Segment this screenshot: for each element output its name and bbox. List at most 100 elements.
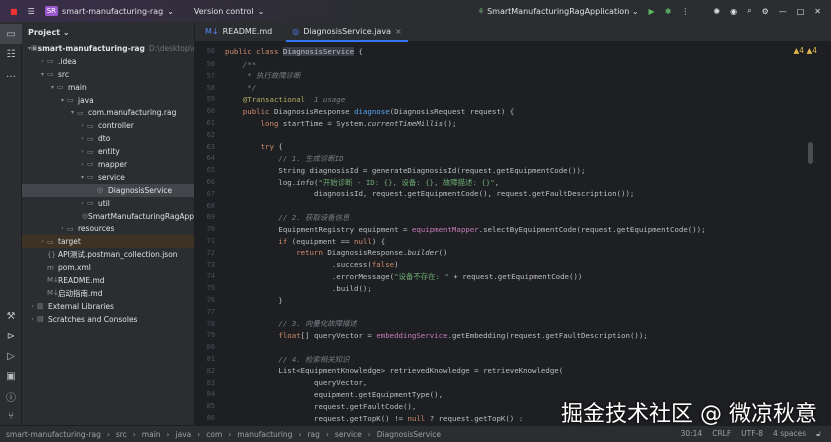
more-tools-icon[interactable]: …	[0, 64, 22, 84]
tree-item[interactable]: {} API测试.postman_collection.json	[22, 248, 194, 261]
tree-item[interactable]: m pom.xml	[22, 261, 194, 274]
tree-item[interactable]: M↓ README.md	[22, 274, 194, 287]
inspection-warnings[interactable]: ▲4 ▲4	[794, 46, 817, 55]
services-icon[interactable]: ⊳	[0, 326, 22, 346]
structure-icon[interactable]: ☷	[0, 44, 22, 64]
tree-item[interactable]: › ▥ External Libraries	[22, 300, 194, 313]
expand-arrow-icon[interactable]: ›	[78, 161, 87, 168]
run-tool-icon[interactable]: ▷	[0, 346, 22, 366]
expand-arrow-icon[interactable]: ▾	[78, 174, 87, 181]
tree-item[interactable]: ▾ ▭ java	[22, 94, 194, 107]
build-icon[interactable]: ⚒	[0, 306, 22, 326]
expand-arrow-icon[interactable]: ▾	[58, 97, 67, 104]
line-separator[interactable]: CRLF	[712, 429, 731, 439]
tree-item[interactable]: › ▭ mapper	[22, 158, 194, 171]
breadcrumb-item[interactable]: DiagnosisService	[377, 430, 441, 439]
expand-arrow-icon[interactable]: ›	[78, 122, 87, 129]
line-number: 56	[206, 60, 215, 68]
tree-item[interactable]: M↓ 启动指南.md	[22, 287, 194, 300]
search-icon[interactable]: ⌕	[747, 6, 751, 16]
tab-diagnosisservice-java[interactable]: ◎ DiagnosisService.java ×	[282, 22, 411, 42]
code-token: .build();	[225, 283, 372, 293]
caret-position[interactable]: 30:14	[681, 429, 703, 439]
expand-arrow-icon[interactable]: ›	[78, 200, 87, 207]
expand-arrow-icon[interactable]: ›	[28, 303, 37, 310]
breadcrumb-item[interactable]: java	[176, 430, 192, 439]
line-number: 75	[206, 284, 215, 293]
code-line: 81 // 4. 检索相关知识	[195, 353, 350, 365]
tree-item[interactable]: › ▭ .idea	[22, 55, 194, 68]
breadcrumb-item[interactable]: smart-manufacturing-rag	[6, 430, 101, 439]
tree-item[interactable]: ◎ SmartManufacturingRagApp	[22, 210, 194, 223]
expand-arrow-icon[interactable]: ▾	[48, 84, 57, 91]
breadcrumb-separator: ›	[298, 429, 302, 439]
version-control-menu[interactable]: Version control ⌄	[194, 7, 264, 16]
breadcrumb-item[interactable]: rag	[307, 430, 319, 439]
expand-arrow-icon[interactable]: ▾	[38, 71, 47, 78]
vertical-scrollbar[interactable]	[808, 142, 813, 164]
code-token: ,	[494, 177, 500, 187]
more-icon[interactable]: ⋮	[681, 7, 689, 16]
file-encoding[interactable]: UTF-8	[741, 429, 763, 439]
tree-item[interactable]: ◎ DiagnosisService	[22, 183, 194, 197]
user-icon[interactable]: ◉	[730, 7, 737, 16]
problems-icon[interactable]: ⓘ	[0, 386, 22, 406]
tree-item[interactable]: ▾ ▭ service	[22, 171, 194, 184]
git-icon[interactable]: ⑂	[0, 406, 22, 426]
terminal-icon[interactable]: ▣	[0, 366, 22, 386]
expand-arrow-icon[interactable]: ›	[38, 58, 47, 65]
tree-item[interactable]: › ▭ resources	[22, 222, 194, 235]
indent-setting[interactable]: 4 spaces	[773, 429, 806, 439]
app-logo-icon: ■	[10, 6, 18, 16]
project-panel: Project ⌄ ▾ ▣ smart-manufacturing-rag D:\de…	[22, 22, 195, 425]
minimize-icon[interactable]: —	[779, 7, 787, 16]
watermark: 掘金技术社区 @ 微凉秋意	[561, 402, 817, 427]
tree-item[interactable]: › ▭ target	[22, 235, 194, 249]
tree-item[interactable]: › ▭ entity	[22, 145, 194, 158]
tree-item[interactable]: ▾ ▭ main	[22, 81, 194, 94]
breadcrumb-item[interactable]: src	[116, 430, 127, 439]
tree-item[interactable]: › ▭ util	[22, 197, 194, 210]
close-icon[interactable]: ✕	[814, 7, 821, 16]
expand-arrow-icon[interactable]: ›	[38, 238, 47, 245]
tree-item[interactable]: › ▭ dto	[22, 132, 194, 145]
code-token: equipment.getEquipmentType(),	[225, 389, 444, 399]
run-config-selector[interactable]: ⚘ SmartManufacturingRagApplication ⌄	[477, 7, 638, 16]
ai-assistant-icon[interactable]: ✺	[713, 7, 720, 16]
expand-arrow-icon[interactable]: ›	[58, 225, 67, 232]
breadcrumb-item[interactable]: manufacturing	[237, 430, 292, 439]
project-tree: ▾▣smart-manufacturing-ragD:\desktop\oper…	[22, 42, 194, 326]
line-number: 58	[206, 83, 215, 92]
tree-item[interactable]: ▾▣smart-manufacturing-ragD:\desktop\oper	[22, 42, 194, 55]
settings-icon[interactable]: ⚙	[762, 7, 769, 16]
debug-icon[interactable]: ✱	[665, 7, 672, 16]
expand-arrow-icon[interactable]: ▾	[68, 109, 77, 116]
run-config-label: SmartManufacturingRagApplication	[487, 6, 630, 16]
tab-readme-md[interactable]: M↓ README.md	[195, 22, 282, 42]
expand-arrow-icon[interactable]: ›	[78, 148, 87, 155]
line-number: 73	[206, 260, 215, 269]
code-editor[interactable]: ▲4 ▲4 50 public class DiagnosisService {5…	[195, 42, 831, 425]
main-menu-icon[interactable]: ☰	[28, 7, 35, 16]
tree-item[interactable]: › ▭ controller	[22, 119, 194, 132]
breadcrumb-separator: ›	[228, 429, 232, 439]
breadcrumb-item[interactable]: main	[142, 430, 161, 439]
run-icon[interactable]: ▶	[649, 7, 655, 16]
lock-icon[interactable]: 🔓︎	[816, 429, 821, 439]
tree-item[interactable]: ▾ ▭ com.manufacturing.rag	[22, 106, 194, 119]
code-token: try	[225, 142, 279, 152]
code-token: queryVector,	[225, 378, 368, 388]
expand-arrow-icon[interactable]: ›	[78, 135, 87, 142]
expand-arrow-icon[interactable]: ›	[28, 316, 37, 323]
maximize-icon[interactable]: □	[797, 7, 805, 16]
breadcrumb-item[interactable]: com	[206, 430, 222, 439]
project-folder-icon[interactable]: ▭	[0, 24, 22, 44]
breadcrumb-item[interactable]: service	[335, 430, 362, 439]
line-number: 62	[206, 130, 215, 139]
project-switcher[interactable]: SR smart-manufacturing-rag ⌄	[44, 6, 174, 16]
tree-item[interactable]: › ▤ Scratches and Consoles	[22, 313, 194, 326]
line-number: 80	[206, 343, 215, 352]
project-panel-header[interactable]: Project ⌄	[22, 22, 194, 42]
tree-item[interactable]: ▾ ▭ src	[22, 68, 194, 81]
close-tab-icon[interactable]: ×	[395, 27, 402, 36]
